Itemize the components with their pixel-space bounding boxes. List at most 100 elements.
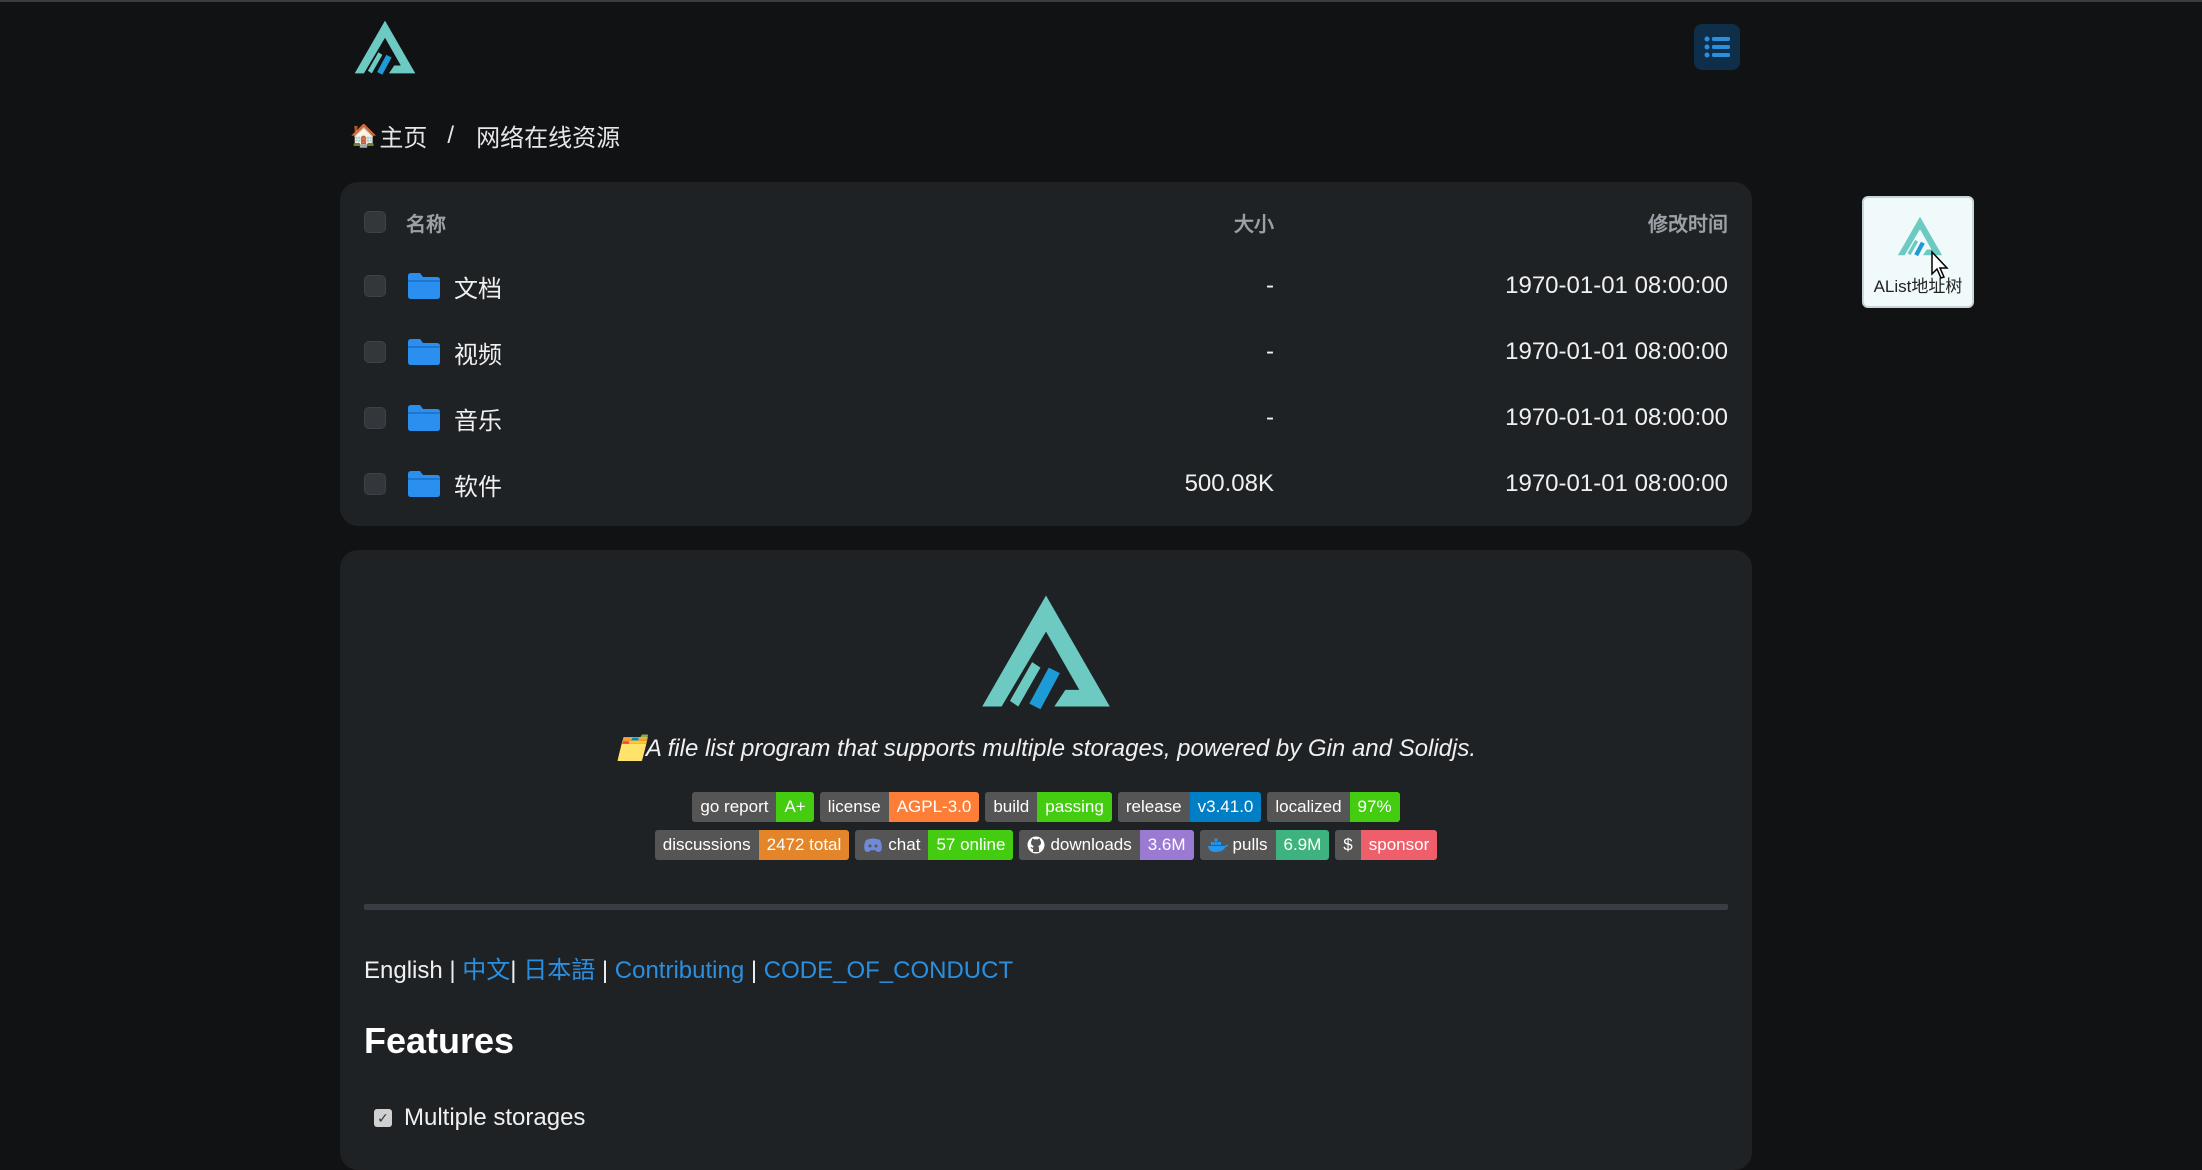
file-modified: 1970-01-01 08:00:00: [1505, 338, 1728, 365]
code-of-conduct-link[interactable]: CODE_OF_CONDUCT: [764, 957, 1013, 984]
badge-label: chat: [888, 835, 921, 854]
file-name[interactable]: 软件: [454, 467, 502, 502]
list-menu-button[interactable]: [1694, 24, 1740, 70]
docker-icon: [1207, 838, 1228, 852]
column-header-name[interactable]: 名称: [406, 208, 446, 237]
file-modified: 1970-01-01 08:00:00: [1505, 404, 1728, 431]
badge-discussions[interactable]: discussions 2472 total: [654, 830, 850, 860]
badge-value: A+: [776, 792, 814, 822]
badge-release[interactable]: release v3.41.0: [1117, 792, 1262, 822]
file-name-cell: 音乐: [406, 401, 502, 436]
select-all-checkbox[interactable]: [364, 211, 386, 233]
badge-row: discussions 2472 total chat 57 online down…: [340, 830, 1752, 860]
badge-downloads[interactable]: downloads 3.6M: [1019, 830, 1194, 860]
badge-value: 6.9M: [1275, 830, 1330, 860]
file-name[interactable]: 视频: [454, 335, 502, 370]
file-size: 500.08K: [1184, 470, 1274, 497]
badge-label: discussions: [654, 830, 759, 860]
tree-widget-label: AList地址树: [1873, 277, 1963, 296]
badge-row: go report A+ license AGPL-3.0 build passing…: [340, 792, 1752, 822]
file-row[interactable]: 音乐 - 1970-01-01 08:00:00: [340, 388, 1752, 448]
badge-localized[interactable]: localized 97%: [1267, 792, 1400, 822]
folder-emoji-icon: 🗂️: [615, 735, 646, 762]
file-row[interactable]: 文档 - 1970-01-01 08:00:00: [340, 256, 1752, 316]
contributing-link[interactable]: Contributing: [615, 957, 744, 984]
badge-value: passing: [1037, 792, 1112, 822]
badge-sponsor[interactable]: $ sponsor: [1335, 830, 1438, 860]
feature-label: Multiple storages: [404, 1104, 586, 1131]
badge-label: localized: [1267, 792, 1350, 822]
folder-icon: [408, 339, 440, 365]
file-list-header: 名称 大小 修改时间: [340, 192, 1752, 252]
house-icon: 🏠: [350, 122, 378, 148]
feature-item: ✓ Multiple storages: [374, 1104, 585, 1132]
lang-sep: |: [750, 957, 758, 984]
badge-value: 2472 total: [758, 830, 850, 860]
badge-label: go report: [692, 792, 777, 822]
breadcrumb: 🏠 主页 / 网络在线资源: [350, 118, 620, 153]
folder-icon: [408, 471, 440, 497]
alist-logo-icon: [982, 595, 1110, 710]
row-checkbox[interactable]: [364, 473, 386, 495]
badge-label: license: [819, 792, 889, 822]
discord-icon: [864, 838, 883, 852]
badge-value: 57 online: [928, 830, 1014, 860]
file-name-cell: 文档: [406, 269, 502, 304]
row-checkbox[interactable]: [364, 341, 386, 363]
lang-english: English: [364, 957, 443, 984]
github-icon: [1027, 836, 1045, 854]
alist-logo-icon[interactable]: [352, 18, 418, 76]
file-modified: 1970-01-01 08:00:00: [1505, 470, 1728, 497]
breadcrumb-current[interactable]: 网络在线资源: [476, 118, 620, 153]
badge-pulls[interactable]: pulls 6.9M: [1199, 830, 1330, 860]
lang-link-chinese[interactable]: 中文: [462, 957, 510, 984]
lang-sep: |: [449, 957, 456, 984]
alist-tree-widget[interactable]: AList地址树: [1862, 196, 1974, 308]
badge-value: sponsor: [1360, 830, 1438, 860]
lang-sep: |: [601, 957, 609, 984]
file-name[interactable]: 文档: [454, 269, 502, 304]
file-modified: 1970-01-01 08:00:00: [1505, 272, 1728, 299]
readme-tagline: 🗂️A file list program that supports mult…: [340, 734, 1752, 763]
readme-card: 🗂️A file list program that supports mult…: [340, 550, 1752, 1170]
badge-label: $: [1335, 830, 1361, 860]
file-row[interactable]: 软件 500.08K 1970-01-01 08:00:00: [340, 454, 1752, 514]
badge-license[interactable]: license AGPL-3.0: [819, 792, 980, 822]
file-size: -: [1266, 272, 1274, 299]
badge-value: v3.41.0: [1189, 792, 1262, 822]
column-header-modified[interactable]: 修改时间: [1648, 208, 1728, 237]
file-name[interactable]: 音乐: [454, 401, 502, 436]
row-checkbox[interactable]: [364, 275, 386, 297]
badge-value: AGPL-3.0: [888, 792, 980, 822]
badge-label: pulls: [1232, 835, 1268, 854]
badge-build[interactable]: build passing: [985, 792, 1112, 822]
window-top-border: [0, 0, 2202, 2]
row-checkbox[interactable]: [364, 407, 386, 429]
badge-label: release: [1117, 792, 1190, 822]
column-header-size[interactable]: 大小: [1234, 208, 1274, 237]
folder-icon: [408, 273, 440, 299]
badge-label: build: [985, 792, 1038, 822]
checked-checkbox-icon: ✓: [374, 1109, 392, 1127]
badge-chat[interactable]: chat 57 online: [855, 830, 1014, 860]
lang-sep: |: [510, 957, 517, 984]
folder-icon: [408, 405, 440, 431]
lang-link-japanese[interactable]: 日本語: [523, 957, 595, 984]
breadcrumb-home-link[interactable]: 🏠 主页: [350, 118, 427, 153]
file-size: -: [1266, 338, 1274, 365]
language-links: English | 中文| 日本語 | Contributing | CODE_…: [364, 950, 1013, 985]
horizontal-rule: [364, 904, 1728, 910]
badge-value: 3.6M: [1139, 830, 1194, 860]
list-icon: [1704, 36, 1730, 58]
file-name-cell: 软件: [406, 467, 502, 502]
badge-value: 97%: [1349, 792, 1400, 822]
badge-label: downloads: [1050, 835, 1132, 854]
features-heading: Features: [364, 1020, 515, 1061]
file-name-cell: 视频: [406, 335, 502, 370]
badge-go-report[interactable]: go report A+: [692, 792, 814, 822]
tagline-text: A file list program that supports multip…: [645, 735, 1477, 762]
breadcrumb-separator: /: [447, 121, 455, 149]
file-row[interactable]: 视频 - 1970-01-01 08:00:00: [340, 322, 1752, 382]
mouse-cursor-icon: [1931, 250, 1949, 279]
breadcrumb-home-label: 主页: [379, 125, 428, 152]
